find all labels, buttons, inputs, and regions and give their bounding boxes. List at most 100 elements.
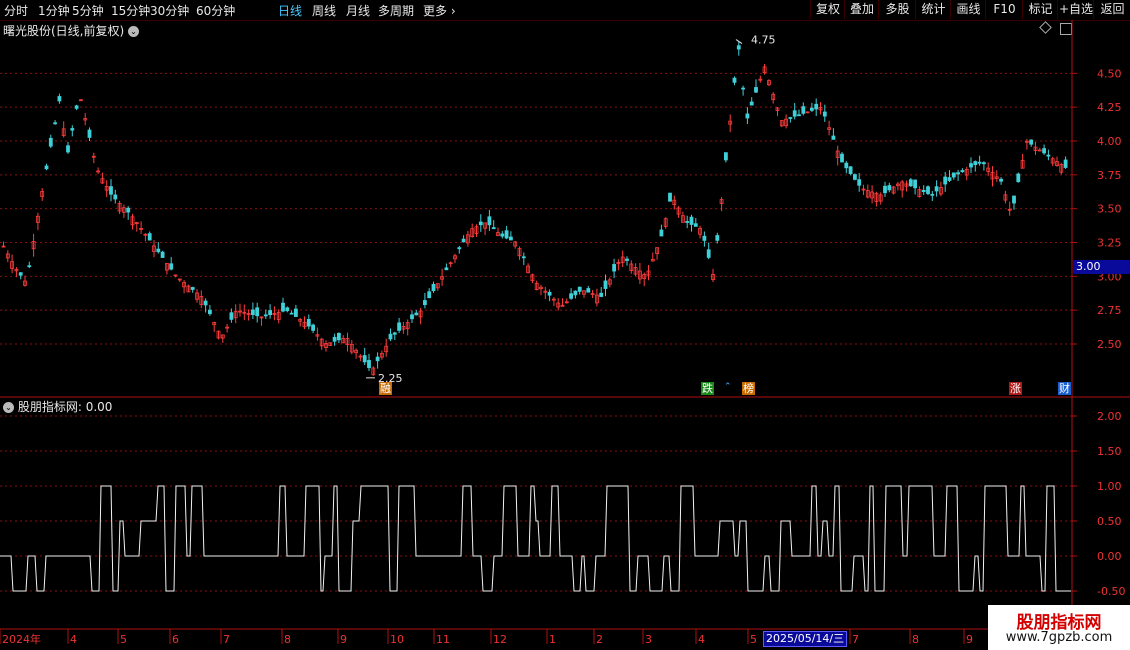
candle-body xyxy=(840,153,844,163)
time-label: 9 xyxy=(340,633,347,646)
watermark-url: www.7gpzb.com xyxy=(1005,630,1113,645)
time-label: 1 xyxy=(549,633,556,646)
price-tick-label: 3.25 xyxy=(1097,237,1122,250)
candle-body xyxy=(1012,195,1016,204)
candle-body xyxy=(27,265,32,268)
candle-body xyxy=(612,264,616,272)
candle-body xyxy=(44,165,49,170)
candle-body xyxy=(367,360,371,369)
candle-body xyxy=(268,310,273,316)
candle-body xyxy=(908,179,913,187)
candle-body xyxy=(392,332,397,335)
period-tab[interactable]: 日线 xyxy=(278,2,302,19)
period-tab[interactable]: 60分钟 xyxy=(196,2,235,19)
high-marker: 4.75 xyxy=(751,34,776,47)
candle-body xyxy=(741,87,745,90)
toolbar-button[interactable]: 画线 xyxy=(950,0,986,19)
candle-body xyxy=(573,290,578,296)
candle-body xyxy=(956,172,960,175)
candle-body xyxy=(422,300,427,306)
indicator-tick-label: -0.50 xyxy=(1097,585,1125,598)
price-tick-label: 3.75 xyxy=(1097,169,1122,182)
indicator-title[interactable]: ⌄ 股朋指标网: 0.00 xyxy=(3,398,112,415)
candle-body xyxy=(883,185,887,194)
candle-body xyxy=(659,229,664,237)
candle-body xyxy=(857,179,862,186)
candle-body xyxy=(190,287,195,290)
candle-body xyxy=(715,235,720,241)
indicator-tick-label: 1.00 xyxy=(1097,480,1122,493)
candle-body xyxy=(853,174,857,180)
current-price-tag: 3.00 xyxy=(1073,260,1130,274)
period-tab[interactable]: 1分钟 xyxy=(38,2,70,19)
candle-body xyxy=(1029,139,1034,145)
price-chart[interactable]: 4.50 4.25 4.00 3.75 3.50 3.25 3.00 2.75 2.50 2.00… xyxy=(0,20,1130,650)
candle-body xyxy=(444,267,449,271)
event-badge[interactable]: 融 xyxy=(379,382,392,395)
toolbar-button[interactable]: 返回 xyxy=(1093,0,1130,19)
candle-body xyxy=(1042,148,1046,154)
candle-body xyxy=(973,161,978,166)
candle-body xyxy=(388,333,393,340)
candle-body xyxy=(362,355,367,363)
candle-body xyxy=(586,288,591,293)
candle-body xyxy=(732,77,737,83)
period-tab[interactable]: 月线 xyxy=(346,2,370,19)
toolbar-button[interactable]: +自选 xyxy=(1057,0,1094,19)
period-tab[interactable]: 周线 xyxy=(312,2,336,19)
period-tab[interactable]: 5分钟 xyxy=(72,2,104,19)
candle-body xyxy=(693,223,698,227)
candle-body xyxy=(147,233,152,241)
candle-body xyxy=(70,128,75,131)
toolbar-button[interactable]: 复权 xyxy=(810,0,845,19)
candle-body xyxy=(788,117,793,119)
candle-body xyxy=(207,309,212,315)
candle-body xyxy=(169,263,174,270)
time-label: 4 xyxy=(70,633,77,646)
candle-body xyxy=(547,291,552,296)
price-tick-label: 3.50 xyxy=(1097,203,1122,216)
toolbar-button[interactable]: 标记 xyxy=(1022,0,1058,19)
candle-body xyxy=(947,177,952,181)
candle-body xyxy=(332,336,337,342)
candle-body xyxy=(113,194,118,200)
event-badge[interactable]: 跌 xyxy=(701,382,714,395)
candle-body xyxy=(508,236,513,241)
period-tab[interactable]: 15分钟 xyxy=(111,2,150,19)
candle-body xyxy=(951,172,956,178)
time-label: 2024年 xyxy=(2,632,41,646)
toolbar-button[interactable]: 统计 xyxy=(915,0,951,19)
candle-body xyxy=(57,96,62,102)
candle-body xyxy=(848,166,853,175)
event-badge[interactable]: 榜 xyxy=(742,382,755,395)
candle-body xyxy=(1046,154,1051,157)
event-badge[interactable]: 财 xyxy=(1058,382,1071,395)
toolbar-button[interactable]: F10 xyxy=(985,0,1023,19)
candle-body xyxy=(126,207,131,213)
candle-body xyxy=(289,312,294,315)
indicator-name: 股朋指标网 xyxy=(17,400,78,414)
candle-body xyxy=(930,193,935,196)
candle-body xyxy=(431,283,436,292)
toolbar-button[interactable]: 叠加 xyxy=(844,0,879,19)
candle-body xyxy=(478,221,483,226)
time-label: 12 xyxy=(493,633,507,646)
event-badge[interactable]: 涨 xyxy=(1009,382,1022,395)
time-label: 3 xyxy=(645,633,652,646)
candle-body xyxy=(203,300,208,306)
candle-body xyxy=(934,186,939,192)
candle-body xyxy=(250,309,255,316)
period-tab[interactable]: 30分钟 xyxy=(150,2,189,19)
candle-body xyxy=(960,170,965,173)
chevron-down-icon[interactable]: ⌄ xyxy=(3,402,14,413)
period-tab[interactable]: 多周期 xyxy=(378,2,414,19)
candle-body xyxy=(285,307,290,312)
time-label: 8 xyxy=(284,633,291,646)
candle-body xyxy=(375,356,380,362)
toolbar-button[interactable]: 多股 xyxy=(878,0,916,19)
period-tab[interactable]: 更多 › xyxy=(423,2,456,19)
period-tab[interactable]: 分时 xyxy=(4,2,28,19)
candle-body xyxy=(1016,173,1021,183)
candle-body xyxy=(281,302,285,312)
price-tick-label: 2.50 xyxy=(1097,338,1122,351)
